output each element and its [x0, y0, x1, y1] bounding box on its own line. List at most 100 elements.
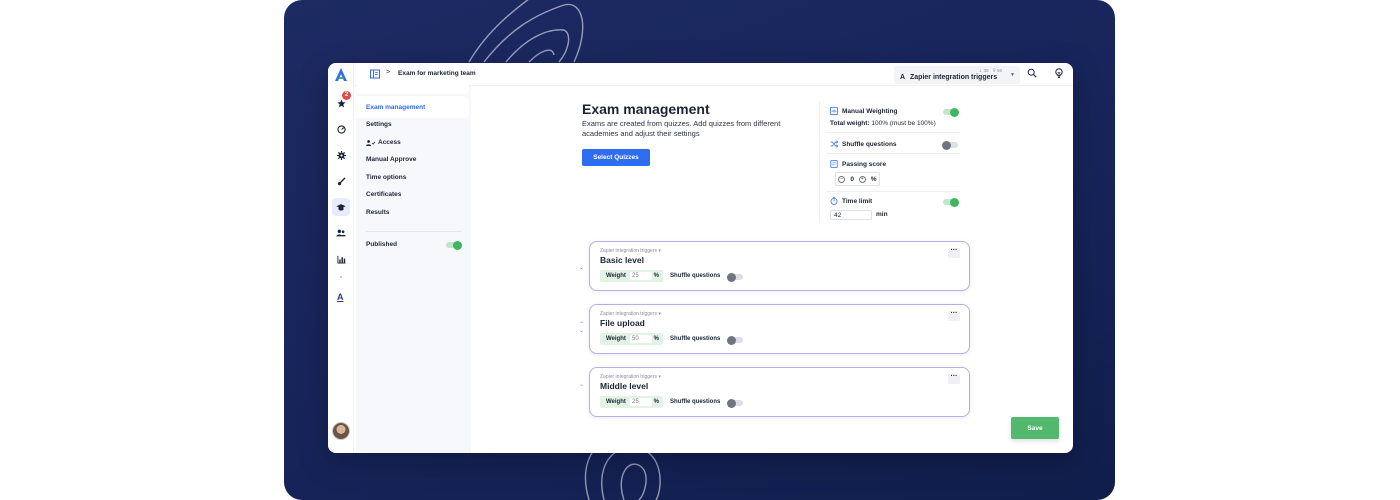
- quiz-name: File upload: [600, 318, 645, 328]
- more-options-icon[interactable]: ···: [948, 310, 960, 321]
- quiz-name: Basic level: [600, 255, 644, 265]
- menu-item-manual-approve[interactable]: Manual Approve: [366, 156, 416, 163]
- top-bar: > Exam for marketing team ⊥ 38 ⊽ 56 A Za…: [354, 63, 1073, 86]
- manual-weighting-row: Manual Weighting: [830, 107, 898, 115]
- rail-divider-dot: [340, 276, 342, 278]
- weight-unit: %: [653, 336, 659, 342]
- icon-rail: 2 A: [328, 63, 354, 453]
- quiz-source[interactable]: Zapier integration triggers ▾: [600, 248, 661, 254]
- decrement-icon[interactable]: −: [838, 175, 846, 183]
- design-nav[interactable]: [332, 172, 350, 190]
- shuffle-label: Shuffle questions: [670, 336, 721, 342]
- move-down-icon[interactable]: ⌄: [579, 265, 584, 271]
- user-avatar[interactable]: [332, 422, 350, 440]
- document-icon: [830, 160, 838, 168]
- brand-logo-icon[interactable]: A: [337, 292, 344, 302]
- select-quizzes-button[interactable]: Select Quizzes: [582, 149, 650, 166]
- page-description: Exams are created from quizzes. Add quiz…: [582, 119, 781, 138]
- page-title: Exam management: [582, 101, 710, 117]
- gear-icon: [336, 150, 346, 160]
- shuffle-icon: [830, 140, 838, 148]
- brush-icon: [337, 176, 346, 185]
- breadcrumb-current: Exam for marketing team: [398, 70, 476, 77]
- passing-score-value[interactable]: 0: [850, 176, 854, 183]
- breadcrumb-separator: >: [386, 69, 391, 76]
- academy-selector-label: Zapier integration triggers: [910, 74, 998, 81]
- weight-input[interactable]: 25: [630, 398, 652, 406]
- star-icon: [336, 98, 346, 107]
- time-limit-row: Time limit: [830, 197, 872, 205]
- reorder-icon[interactable]: ⌃ ⌄: [579, 322, 584, 334]
- exam-options-panel: Manual Weighting Total weight: 100% (mus…: [819, 101, 961, 223]
- sidebar-toggle-icon[interactable]: [370, 69, 380, 79]
- menu-item-settings[interactable]: Settings: [366, 121, 392, 128]
- save-button[interactable]: Save: [1011, 417, 1059, 439]
- weight-label: Weight: [606, 399, 626, 405]
- passing-score-unit: %: [870, 175, 877, 183]
- more-options-icon[interactable]: ···: [948, 247, 960, 258]
- settings-menu: Exam management Settings Access Manual A…: [356, 84, 471, 453]
- users-nav[interactable]: [332, 224, 350, 242]
- quiz-card[interactable]: Zapier integration triggers ▾ Basic leve…: [589, 241, 970, 291]
- options-divider: [826, 191, 960, 192]
- quiz-card[interactable]: Zapier integration triggers ▾ Middle lev…: [589, 367, 970, 417]
- manual-weighting-label: Manual Weighting: [842, 107, 898, 115]
- quiz-shuffle-toggle[interactable]: [727, 335, 743, 345]
- academy-a-icon: A: [900, 74, 906, 81]
- weighting-icon: [830, 107, 838, 115]
- gauge-icon: [336, 124, 346, 134]
- published-label: Published: [366, 241, 398, 248]
- quiz-source[interactable]: Zapier integration triggers ▾: [600, 374, 661, 380]
- passing-score-row: Passing score: [830, 160, 886, 168]
- settings-nav[interactable]: [332, 146, 350, 164]
- weight-unit: %: [653, 273, 659, 279]
- academy-selector[interactable]: ⊥ 38 ⊽ 56 A Zapier integration triggers …: [894, 66, 1020, 84]
- shuffle-label: Shuffle questions: [670, 399, 721, 405]
- shuffle-label: Shuffle questions: [670, 273, 721, 279]
- passing-score-label: Passing score: [842, 160, 887, 168]
- notification-badge: 2: [342, 91, 351, 100]
- users-icon: [336, 229, 346, 237]
- time-limit-label: Time limit: [842, 197, 873, 205]
- increment-icon[interactable]: +: [858, 175, 866, 183]
- weight-field: Weight 50 %: [600, 333, 663, 345]
- quiz-shuffle-toggle[interactable]: [727, 272, 743, 282]
- move-up-icon[interactable]: ⌃: [579, 385, 584, 391]
- user-check-icon: [366, 139, 375, 146]
- weight-field: Weight 25 %: [600, 396, 663, 408]
- quiz-shuffle-toggle[interactable]: [727, 398, 743, 408]
- weight-label: Weight: [606, 336, 626, 342]
- search-icon[interactable]: [1027, 68, 1037, 78]
- menu-item-time-options[interactable]: Time options: [366, 174, 406, 181]
- passing-score-stepper[interactable]: − 0 + %: [835, 172, 880, 186]
- academy-nav[interactable]: [332, 198, 350, 216]
- weight-input[interactable]: 50: [630, 335, 652, 343]
- dashboard-nav[interactable]: [332, 120, 350, 138]
- menu-item-exam-management[interactable]: Exam management: [366, 104, 425, 111]
- shuffle-label: Shuffle questions: [842, 140, 897, 148]
- quiz-card[interactable]: Zapier integration triggers ▾ File uploa…: [589, 304, 970, 354]
- weight-label: Weight: [606, 273, 626, 279]
- menu-item-certificates[interactable]: Certificates: [366, 191, 401, 198]
- manual-weighting-toggle[interactable]: [943, 107, 959, 117]
- shuffle-row: Shuffle questions: [830, 140, 897, 148]
- reports-nav[interactable]: [332, 250, 350, 268]
- time-limit-toggle[interactable]: [943, 197, 959, 207]
- published-toggle[interactable]: [446, 240, 462, 250]
- quiz-source[interactable]: Zapier integration triggers ▾: [600, 311, 661, 317]
- stopwatch-icon: [830, 197, 838, 205]
- shuffle-toggle[interactable]: [942, 140, 958, 150]
- menu-item-results[interactable]: Results: [366, 209, 389, 216]
- total-weight: Total weight: 100% (must be 100%): [830, 120, 936, 127]
- time-limit-input[interactable]: 42: [830, 210, 872, 220]
- weight-input[interactable]: 25: [630, 272, 652, 280]
- menu-item-access[interactable]: Access: [366, 139, 401, 146]
- weight-unit: %: [653, 399, 659, 405]
- lightbulb-icon[interactable]: [1054, 68, 1064, 78]
- more-options-icon[interactable]: ···: [948, 373, 960, 384]
- options-divider: [826, 153, 960, 154]
- quiz-name: Middle level: [600, 381, 649, 391]
- graduation-cap-icon: [336, 203, 346, 211]
- app-logo-icon[interactable]: [333, 67, 349, 83]
- app-window: 2 A > Exam for marketing team ⊥ 38 ⊽ 56 …: [328, 63, 1073, 453]
